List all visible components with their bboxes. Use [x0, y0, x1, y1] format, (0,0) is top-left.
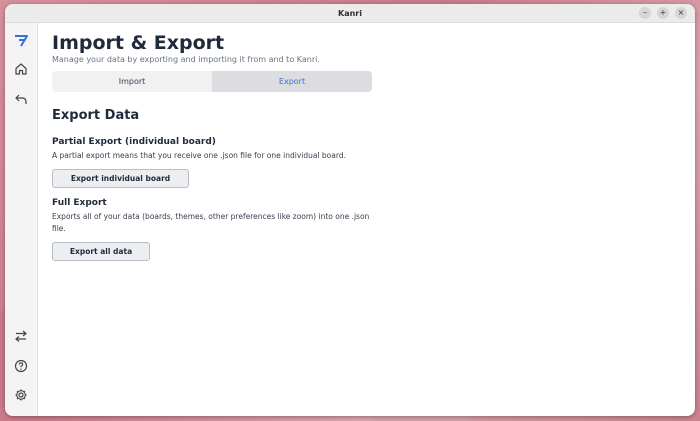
tab-bar: Import Export [52, 71, 372, 92]
tab-import[interactable]: Import [52, 71, 212, 92]
section-title: Export Data [52, 108, 140, 123]
minimize-button[interactable]: – [639, 7, 651, 19]
full-export-title: Full Export [52, 198, 107, 208]
tab-export[interactable]: Export [212, 71, 372, 92]
export-all-data-button[interactable]: Export all data [52, 242, 150, 261]
app-window: Kanri – + × Import & Export Manage your … [5, 4, 695, 416]
full-export-description: Exports all of your data (boards, themes… [52, 212, 370, 233]
export-individual-board-button[interactable]: Export individual board [52, 169, 189, 188]
back-arrow-icon[interactable] [11, 89, 31, 109]
home-icon[interactable] [11, 59, 31, 79]
titlebar: Kanri – + × [5, 4, 695, 23]
partial-export-title: Partial Export (individual board) [52, 137, 216, 147]
close-button[interactable]: × [675, 7, 687, 19]
partial-export-description: A partial export means that you receive … [52, 151, 346, 160]
import-export-icon[interactable] [11, 326, 31, 346]
page-subtitle: Manage your data by exporting and import… [52, 55, 320, 64]
page-title: Import & Export [52, 32, 225, 54]
main-content: Import & Export Manage your data by expo… [52, 32, 612, 261]
window-title: Kanri [338, 8, 362, 18]
settings-icon[interactable] [11, 385, 31, 405]
maximize-button[interactable]: + [657, 7, 669, 19]
kanri-logo-icon[interactable] [11, 31, 31, 51]
sidebar [5, 23, 38, 416]
help-icon[interactable] [11, 356, 31, 376]
window-controls: – + × [639, 7, 687, 19]
